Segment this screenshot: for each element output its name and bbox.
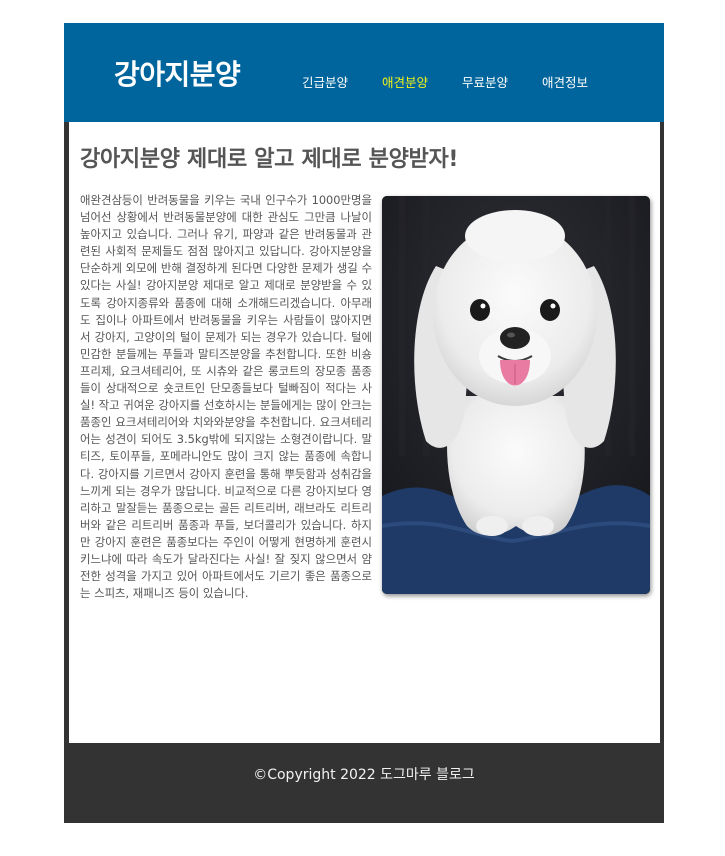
nav-link-urgent-adoption[interactable]: 긴급분양 xyxy=(302,73,348,93)
nav-link-dog-adoption[interactable]: 애견분양 xyxy=(382,73,428,93)
site-logo[interactable]: 강아지분양 xyxy=(114,55,241,95)
site-header: 강아지분양 긴급분양 애견분양 무료분양 애견정보 xyxy=(64,23,664,122)
article-text: 애완견삼등이 반려동물을 키우는 국내 인구수가 1000만명을 넘어선 상황에… xyxy=(80,193,372,601)
nav-link-pet-info[interactable]: 애견정보 xyxy=(542,73,588,93)
article-body: 애완견삼등이 반려동물을 키우는 국내 인구수가 1000만명을 넘어선 상황에… xyxy=(80,192,650,602)
nav-item: 애견정보 xyxy=(542,73,588,93)
article-headline: 강아지분양 제대로 알고 제대로 분양받자! xyxy=(80,147,459,172)
site-container: 강아지분양 긴급분양 애견분양 무료분양 애견정보 강아지분양 제대로 알고 제… xyxy=(64,23,664,823)
nav-link-free-adoption[interactable]: 무료분양 xyxy=(462,73,508,93)
main-nav: 긴급분양 애견분양 무료분양 애견정보 xyxy=(302,73,588,93)
nav-item: 무료분양 xyxy=(462,73,508,93)
site-footer: ©Copyright 2022 도그마루 블로그 xyxy=(64,765,664,785)
copyright-text: ©Copyright 2022 도그마루 블로그 xyxy=(253,767,475,783)
nav-item: 애견분양 xyxy=(382,73,428,93)
nav-item: 긴급분양 xyxy=(302,73,348,93)
main-content: 강아지분양 제대로 알고 제대로 분양받자! 애완견삼등이 반려동물을 키우는 … xyxy=(69,122,660,743)
puppy-photo xyxy=(382,196,650,594)
